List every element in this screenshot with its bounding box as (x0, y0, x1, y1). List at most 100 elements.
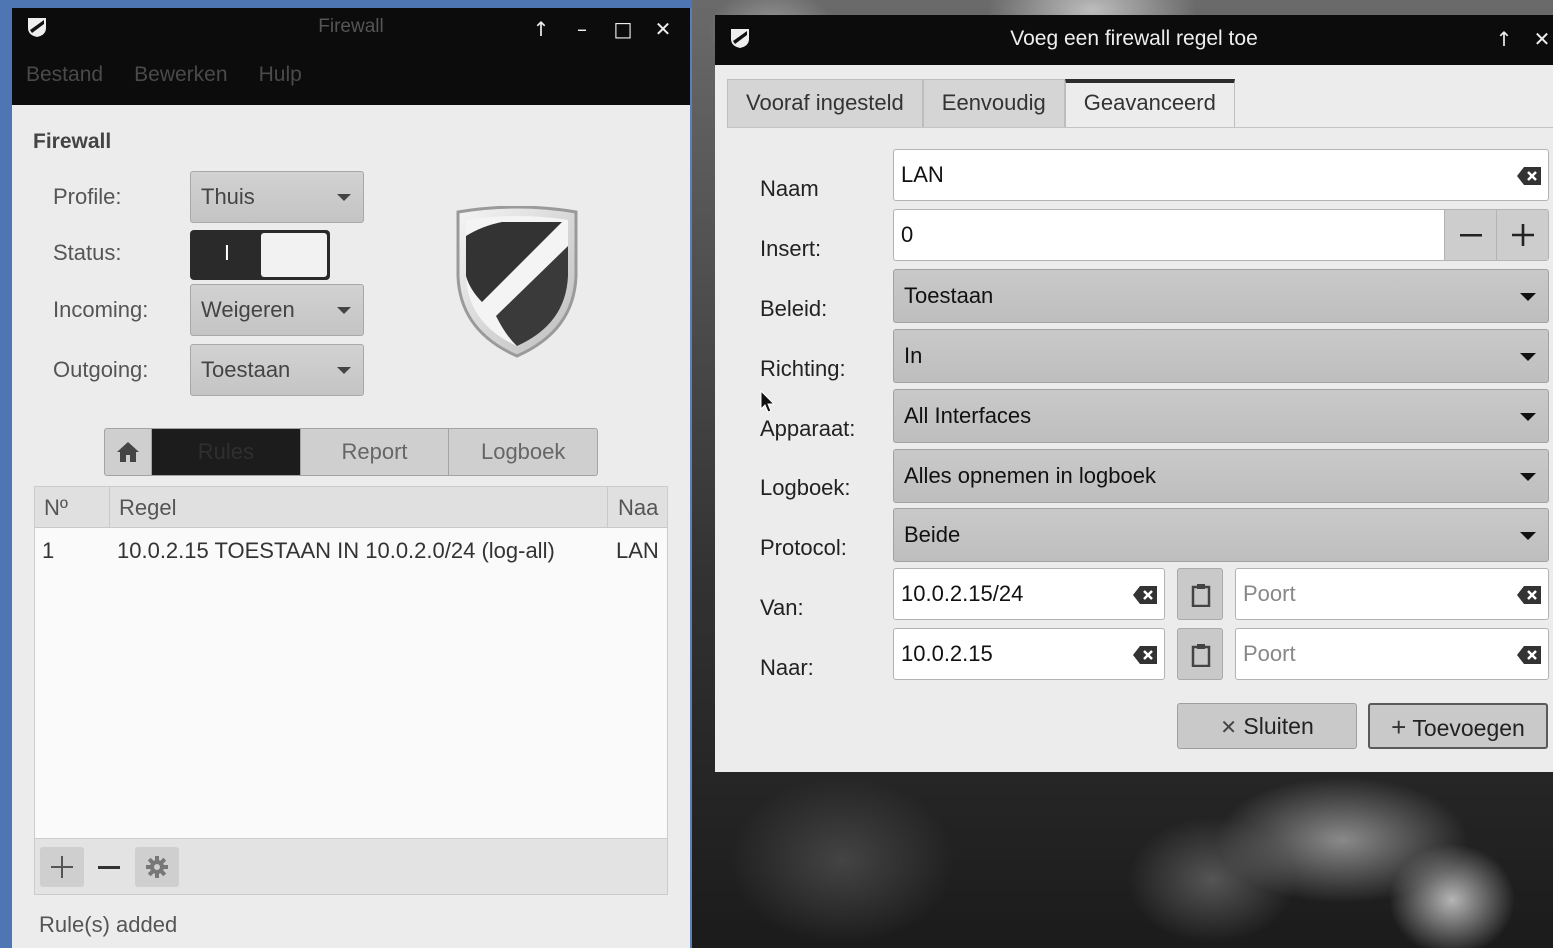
row-rule: 10.0.2.15 TOESTAAN IN 10.0.2.0/24 (log-a… (117, 538, 555, 563)
close-button-label: Sluiten (1243, 713, 1314, 739)
gear-icon (146, 856, 168, 878)
incoming-label: Incoming: (53, 297, 149, 322)
keep-above-button[interactable]: ↑ (1491, 27, 1517, 51)
tab-log[interactable]: Logboek (449, 429, 597, 475)
add-rule-dialog: Voeg een firewall regel toe ↑ ✕ Vooraf i… (715, 15, 1553, 772)
chevron-down-icon (1520, 353, 1536, 361)
menu-hulp[interactable]: Hulp (259, 63, 302, 87)
toggle-on-mark: I (224, 241, 230, 265)
interface-value: All Interfaces (904, 403, 1032, 428)
add-plus-icon: + (1391, 712, 1407, 742)
menu-bewerken[interactable]: Bewerken (134, 63, 227, 87)
outgoing-select[interactable]: Toestaan (190, 344, 364, 396)
to-ip-input[interactable]: 10.0.2.15 (893, 628, 1165, 680)
close-button[interactable]: ✕ Sluiten (1177, 703, 1357, 749)
paste-from-button[interactable] (1177, 568, 1223, 620)
tab-report[interactable]: Report (301, 429, 450, 475)
tab-simple[interactable]: Eenvoudig (922, 79, 1065, 127)
incoming-select[interactable]: Weigeren (190, 284, 364, 336)
clear-icon[interactable] (1132, 645, 1158, 665)
interface-select[interactable]: All Interfaces (893, 389, 1549, 443)
column-header-num[interactable]: Nº (44, 495, 68, 521)
desktop-edge-left (0, 0, 12, 948)
outgoing-value: Toestaan (201, 357, 291, 382)
profile-value: Thuis (201, 184, 255, 209)
chevron-down-icon (337, 307, 351, 314)
firewall-shield-icon (456, 206, 578, 358)
from-ip-value: 10.0.2.15/24 (901, 581, 1024, 606)
add-rule-button[interactable] (40, 847, 84, 887)
chevron-down-icon (1520, 532, 1536, 540)
add-button[interactable]: + Toevoegen (1368, 703, 1548, 749)
table-row[interactable]: 1 10.0.2.15 TOESTAAN IN 10.0.2.0/24 (log… (35, 528, 667, 568)
minus-icon (98, 866, 120, 869)
home-tab[interactable] (105, 429, 152, 475)
mouse-cursor-icon (760, 390, 776, 413)
chevron-down-icon (337, 367, 351, 374)
direction-value: In (904, 343, 923, 368)
outgoing-label: Outgoing: (53, 357, 149, 382)
tab-advanced[interactable]: Geavanceerd (1064, 79, 1235, 127)
column-separator (109, 487, 110, 527)
log-select[interactable]: Alles opnemen in logboek (893, 449, 1549, 503)
maximize-button[interactable]: □ (610, 16, 636, 42)
from-port-placeholder: Poort (1243, 581, 1296, 606)
clear-icon[interactable] (1516, 645, 1542, 665)
name-input[interactable]: LAN (893, 149, 1549, 201)
column-header-name[interactable]: Naa (618, 495, 658, 521)
status-message: Rule(s) added (39, 912, 178, 937)
keep-above-button[interactable]: ↑ (528, 16, 554, 42)
clear-icon[interactable] (1516, 585, 1542, 605)
log-value: Alles opnemen in logboek (904, 463, 1156, 488)
tab-rules[interactable]: Rules (152, 429, 301, 475)
advanced-page: Naam LAN Insert: 0 Beleid: Toestaan Rich… (727, 127, 1553, 727)
decrement-button[interactable] (1444, 210, 1496, 260)
from-label: Van: (760, 595, 804, 620)
rules-table: Nº Regel Naa 1 10.0.2.15 TOESTAAN IN 10.… (34, 486, 668, 839)
status-toggle[interactable]: I (190, 230, 330, 280)
dialog-title: Voeg een firewall regel toe (1010, 27, 1258, 50)
column-header-rule[interactable]: Regel (119, 495, 176, 521)
interface-label: Apparaat: (760, 416, 856, 441)
chevron-down-icon (1520, 293, 1536, 301)
to-port-input[interactable]: Poort (1235, 628, 1549, 680)
minimize-button[interactable]: – (569, 16, 595, 42)
plus-icon (51, 856, 73, 878)
clipboard-icon (1191, 584, 1211, 607)
close-button[interactable]: ✕ (650, 16, 676, 42)
chevron-down-icon (337, 194, 351, 201)
from-port-input[interactable]: Poort (1235, 568, 1549, 620)
menu-bestand[interactable]: Bestand (26, 63, 103, 87)
policy-select[interactable]: Toestaan (893, 269, 1549, 323)
chevron-down-icon (1520, 473, 1536, 481)
profile-select[interactable]: Thuis (190, 171, 364, 223)
clear-icon[interactable] (1516, 166, 1542, 186)
edit-rule-button[interactable] (135, 847, 179, 887)
protocol-select[interactable]: Beide (893, 508, 1549, 562)
firewall-window: Firewall ↑ – □ ✕ Bestand Bewerken Hulp F… (12, 8, 690, 948)
chevron-down-icon (1520, 413, 1536, 421)
paste-to-button[interactable] (1177, 628, 1223, 680)
remove-rule-button[interactable] (87, 847, 131, 887)
protocol-label: Protocol: (760, 535, 847, 560)
to-ip-value: 10.0.2.15 (901, 641, 993, 666)
insert-label: Insert: (760, 236, 822, 261)
policy-value: Toestaan (904, 283, 994, 308)
name-value: LAN (901, 162, 944, 187)
clear-icon[interactable] (1132, 585, 1158, 605)
add-button-label: Toevoegen (1412, 715, 1525, 741)
tab-preconfigured[interactable]: Vooraf ingesteld (727, 79, 923, 127)
status-label: Status: (53, 240, 122, 265)
close-dialog-button[interactable]: ✕ (1529, 27, 1553, 51)
insert-spinbutton[interactable]: 0 (893, 209, 1549, 261)
dialog-titlebar[interactable]: Voeg een firewall regel toe ↑ ✕ (715, 15, 1553, 65)
increment-button[interactable] (1496, 210, 1548, 260)
from-ip-input[interactable]: 10.0.2.15/24 (893, 568, 1165, 620)
profile-label: Profile: (53, 184, 122, 209)
window-titlebar[interactable]: Firewall ↑ – □ ✕ Bestand Bewerken Hulp (12, 8, 690, 105)
clipboard-icon (1191, 644, 1211, 667)
row-num: 1 (42, 538, 55, 563)
direction-select[interactable]: In (893, 329, 1549, 383)
toggle-knob (261, 233, 327, 277)
section-title: Firewall (33, 130, 112, 153)
